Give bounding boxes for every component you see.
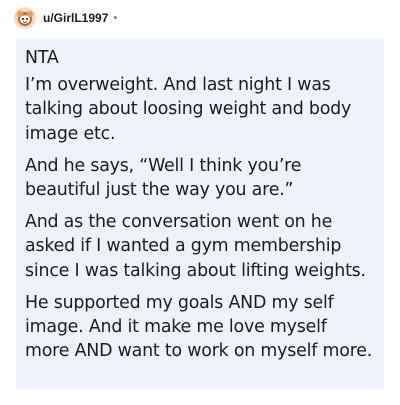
comment-body: NTA I’m overweight. And last night I was…	[16, 39, 384, 389]
comment-paragraph: And as the conversation went on he asked…	[25, 212, 366, 281]
user-avatar-icon[interactable]	[14, 7, 36, 29]
comment-paragraph: I’m overweight. And last night I was tal…	[25, 75, 352, 144]
comment-paragraph: He supported my goals AND my self image.…	[25, 292, 373, 362]
comment-paragraph: NTA	[25, 48, 59, 68]
separator-dot: •	[113, 12, 118, 24]
comment-header: u/GirlL1997 •	[14, 6, 117, 30]
username-link[interactable]: u/GirlL1997	[43, 11, 108, 25]
comment-paragraph: And he says, “Well I think you’re beauti…	[25, 155, 302, 201]
